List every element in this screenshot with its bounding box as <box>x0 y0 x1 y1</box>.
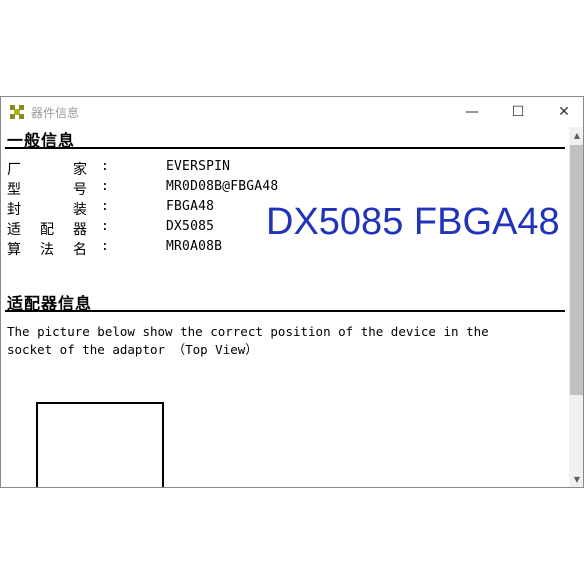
adaptor-description: The picture below show the correct posit… <box>7 324 489 357</box>
adaptor-info-divider <box>5 310 565 312</box>
scroll-up-arrow-icon[interactable]: ▲ <box>569 127 583 143</box>
socket-diagram <box>36 402 164 487</box>
info-label: 厂 家 <box>7 162 87 178</box>
title-bar[interactable]: 器件信息 — ☐ ✕ <box>1 97 583 127</box>
content-pane: 一般信息 厂 家 : EVERSPIN 型 号 : MR0D08B@FBGA48… <box>1 127 569 487</box>
scroll-down-arrow-icon[interactable]: ▼ <box>569 471 583 487</box>
algorithm-value: MR0A08B <box>166 239 223 254</box>
model-value: MR0D08B@FBGA48 <box>166 179 279 194</box>
adaptor-cross-icon <box>10 105 24 119</box>
minimize-button[interactable]: — <box>449 97 495 127</box>
vertical-scrollbar[interactable]: ▲ ▼ <box>569 127 583 487</box>
package-value: FBGA48 <box>166 199 215 214</box>
adaptor-package-overlay: DX5085 FBGA48 <box>266 201 560 243</box>
info-label: 算 法 名 <box>7 242 87 258</box>
scroll-thumb[interactable] <box>570 145 583 395</box>
window-title: 器件信息 <box>31 106 80 120</box>
maximize-icon: ☐ <box>511 104 525 120</box>
info-label: 型 号 <box>7 182 87 198</box>
close-button[interactable]: ✕ <box>541 97 583 127</box>
info-label: 适 配 器 <box>7 222 87 238</box>
close-icon: ✕ <box>558 104 570 120</box>
device-info-window: 器件信息 — ☐ ✕ 一般信息 厂 家 : EVERSPIN 型 号 : MR0… <box>0 96 584 488</box>
general-info-divider <box>5 147 565 149</box>
maximize-button[interactable]: ☐ <box>495 97 541 127</box>
minimize-icon: — <box>465 104 479 120</box>
manufacturer-value: EVERSPIN <box>166 159 231 174</box>
adaptor-value: DX5085 <box>166 219 215 234</box>
info-label: 封 装 <box>7 202 87 218</box>
